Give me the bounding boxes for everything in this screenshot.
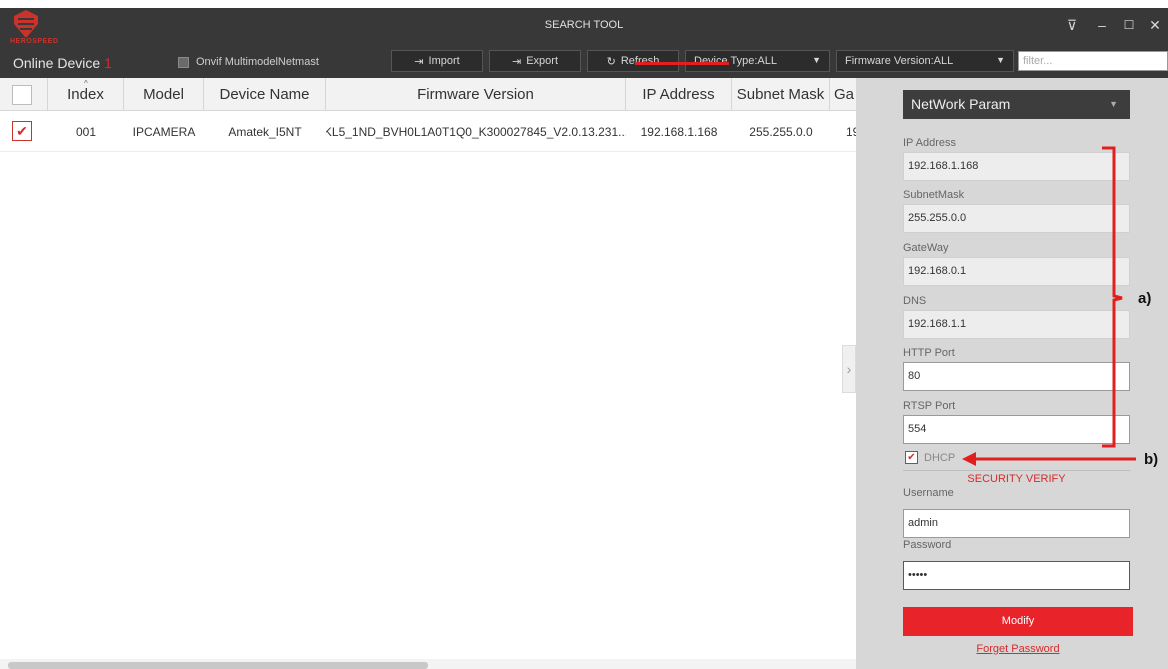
column-header-device-name[interactable]: Device Name	[204, 78, 326, 111]
cell-gateway: 19	[846, 125, 856, 139]
firmware-version-select[interactable]: Firmware Version:ALL ▼	[836, 50, 1014, 72]
onvif-label: Onvif MultimodelNetmast	[196, 56, 319, 68]
chevron-down-icon: ▼	[812, 55, 821, 65]
menu-icon[interactable]: ⊽	[1062, 15, 1082, 35]
column-header-ip[interactable]: IP Address	[626, 78, 732, 111]
maximize-icon[interactable]: ☐	[1119, 15, 1139, 35]
dns-field[interactable]: 192.168.1.1	[903, 310, 1130, 339]
refresh-button[interactable]: ↻ Refresh	[587, 50, 679, 72]
rtsp-port-label: RTSP Port	[903, 400, 956, 412]
brand-text: HEROSPEED	[10, 38, 59, 45]
table-row[interactable]: ✔ 001 IPCAMERA Amatek_I5NT KL5_1ND_BVH0L…	[0, 112, 856, 152]
password-field[interactable]: •••••	[903, 561, 1130, 590]
ip-address-field[interactable]: 192.168.1.168	[903, 152, 1130, 181]
search-tool-window: HEROSPEED SEARCH TOOL ⊽ – ☐ ✕ Online Dev…	[0, 0, 1168, 669]
sort-icon: ^	[84, 79, 88, 88]
import-label: Import	[428, 55, 460, 67]
password-label: Password	[903, 539, 952, 551]
import-button[interactable]: ⇥ Import	[391, 50, 483, 72]
export-label: Export	[526, 55, 558, 67]
toolbar: Online Device 1 Onvif MultimodelNetmast ⇥…	[0, 46, 1168, 78]
gateway-label: GateWay	[903, 242, 949, 254]
param-type-value: NetWork Param	[911, 96, 1011, 112]
collapse-panel-button[interactable]: ›	[842, 345, 856, 393]
http-port-field[interactable]: 80	[903, 362, 1130, 391]
column-header-subnet[interactable]: Subnet Mask	[732, 78, 830, 111]
arrow-annotation	[962, 452, 1136, 466]
scrollbar-thumb[interactable]	[8, 662, 428, 669]
row-checkbox[interactable]: ✔	[12, 121, 32, 141]
modify-button[interactable]: Modify	[903, 607, 1133, 636]
onvif-checkbox-box[interactable]	[178, 56, 189, 68]
ip-address-label: IP Address	[903, 137, 956, 149]
cell-model: IPCAMERA	[132, 125, 196, 139]
annotation-b: b)	[1144, 451, 1159, 468]
minimize-icon[interactable]: –	[1092, 15, 1112, 35]
forget-password-link[interactable]: Forget Password	[903, 643, 1133, 655]
subnet-mask-label: SubnetMask	[903, 189, 965, 201]
username-field[interactable]: admin	[903, 509, 1130, 538]
online-device-count: 1	[104, 55, 112, 71]
security-verify-heading: SECURITY VERIFY	[967, 473, 1066, 485]
ip-highlight-underline	[635, 62, 729, 65]
rtsp-port-field[interactable]: 554	[903, 415, 1130, 444]
gateway-field[interactable]: 192.168.0.1	[903, 257, 1130, 286]
column-header-firmware[interactable]: Firmware Version	[326, 78, 626, 111]
annotation-a: a)	[1138, 290, 1152, 307]
param-type-select[interactable]: NetWork Param ▼	[903, 90, 1130, 119]
online-device-label: Online Device 1	[13, 55, 112, 71]
filter-input[interactable]: filter...	[1018, 51, 1168, 71]
header-checkbox-cell	[0, 78, 48, 111]
close-icon[interactable]: ✕	[1145, 15, 1165, 35]
export-button[interactable]: ⇥ Export	[489, 50, 581, 72]
cell-device-name: Amatek_I5NT	[228, 125, 302, 139]
subnet-mask-field[interactable]: 255.255.0.0	[903, 204, 1130, 233]
firmware-version-value: Firmware Version:ALL	[845, 55, 954, 67]
dns-label: DNS	[903, 295, 927, 307]
cell-subnet: 255.255.0.0	[749, 125, 813, 139]
cell-index: 001	[75, 125, 97, 139]
refresh-label: Refresh	[620, 55, 660, 67]
username-label: Username	[903, 487, 954, 499]
device-type-value: Device Type:ALL	[694, 55, 777, 67]
column-header-model[interactable]: Model	[124, 78, 204, 111]
chevron-down-icon: ▼	[996, 55, 1005, 65]
window-title: SEARCH TOOL	[544, 19, 624, 31]
import-icon: ⇥	[414, 55, 424, 68]
device-table: Index ^ Model Device Name Firmware Versi…	[0, 78, 856, 669]
dhcp-label: DHCP	[924, 451, 956, 464]
chevron-down-icon: ▼	[1109, 99, 1118, 109]
column-header-gateway[interactable]: Ga	[830, 78, 856, 111]
export-icon: ⇥	[511, 55, 522, 68]
cell-ip: 192.168.1.168	[640, 125, 718, 139]
http-port-label: HTTP Port	[903, 347, 955, 359]
onvif-checkbox[interactable]: Onvif MultimodelNetmast	[178, 53, 319, 71]
dhcp-checkbox[interactable]: ✔ DHCP	[905, 451, 955, 464]
divider	[903, 470, 1130, 471]
device-type-select[interactable]: Device Type:ALL ▼	[685, 50, 830, 72]
table-header: Index ^ Model Device Name Firmware Versi…	[0, 78, 856, 111]
dhcp-check-icon[interactable]: ✔	[905, 451, 918, 464]
cell-firmware: KL5_1ND_BVH0L1A0T1Q0_K300027845_V2.0.13.…	[326, 125, 626, 139]
online-device-text: Online Device	[13, 55, 101, 71]
refresh-icon: ↻	[606, 55, 616, 68]
title-bar: HEROSPEED SEARCH TOOL ⊽ – ☐ ✕	[0, 8, 1168, 46]
